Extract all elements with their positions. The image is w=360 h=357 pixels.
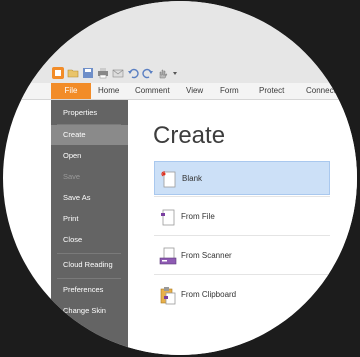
blank-document-icon — [159, 169, 179, 189]
from-file-icon — [158, 207, 178, 227]
magnifier-view: File Home Comment View Form Protect Conn… — [3, 1, 357, 355]
sidebar-item-close[interactable]: Close — [51, 230, 128, 250]
hand-tool-icon[interactable] — [157, 67, 169, 79]
customize-dropdown-icon[interactable] — [172, 67, 178, 79]
sidebar-divider — [57, 278, 121, 279]
open-folder-icon[interactable] — [67, 67, 79, 79]
scanner-icon — [158, 246, 178, 266]
option-from-clipboard[interactable]: From Clipboard — [154, 278, 330, 312]
sidebar-item-save[interactable]: Save — [51, 167, 128, 187]
sidebar-item-save-as[interactable]: Save As — [51, 188, 128, 208]
tab-protect[interactable]: Protect — [259, 83, 284, 99]
option-divider — [154, 196, 330, 197]
tab-comment[interactable]: Comment — [135, 83, 170, 99]
option-divider — [154, 235, 330, 236]
option-label: From Clipboard — [181, 290, 237, 299]
tab-form[interactable]: Form — [220, 83, 239, 99]
sidebar-item-cloud-reading[interactable]: Cloud Reading — [51, 255, 128, 275]
sidebar-item-open[interactable]: Open — [51, 146, 128, 166]
undo-icon[interactable] — [127, 67, 139, 79]
sidebar-item-create[interactable]: Create — [51, 125, 128, 145]
option-blank[interactable]: Blank — [154, 161, 330, 195]
sidebar-item-preferences[interactable]: Preferences — [51, 280, 128, 300]
email-icon[interactable] — [112, 67, 124, 79]
option-from-scanner[interactable]: From Scanner — [154, 239, 330, 273]
sidebar-item-properties[interactable]: Properties — [51, 103, 128, 123]
menu-tabs: File Home Comment View Form Protect Conn… — [3, 83, 357, 100]
clipboard-icon — [158, 285, 178, 305]
create-panel: Create Blank From File From Scanner From… — [128, 100, 357, 355]
option-label: Blank — [182, 174, 203, 183]
sidebar-divider — [57, 253, 121, 254]
option-label: From Scanner — [181, 251, 232, 260]
app-logo-icon — [52, 67, 64, 79]
option-label: From File — [181, 212, 215, 221]
option-divider — [154, 274, 330, 275]
quick-access-toolbar — [3, 1, 357, 83]
tab-file[interactable]: File — [51, 83, 91, 99]
sidebar-item-change-skin[interactable]: Change Skin — [51, 301, 128, 321]
tab-connect[interactable]: Connect — [306, 83, 336, 99]
tab-home[interactable]: Home — [98, 83, 119, 99]
file-sidebar: Properties Create Open Save Save As Prin… — [51, 100, 128, 355]
print-icon[interactable] — [97, 67, 109, 79]
option-from-file[interactable]: From File — [154, 200, 330, 234]
sidebar-item-print[interactable]: Print — [51, 209, 128, 229]
page-title: Create — [153, 122, 226, 149]
redo-icon[interactable] — [142, 67, 154, 79]
save-icon[interactable] — [82, 67, 94, 79]
tab-view[interactable]: View — [186, 83, 203, 99]
